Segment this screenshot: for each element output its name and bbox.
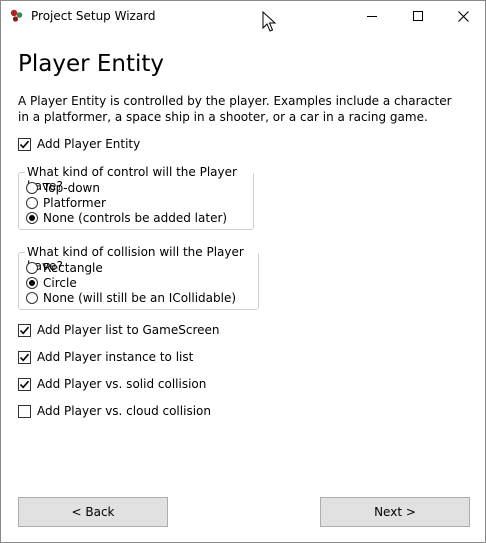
minimize-button[interactable] [349,1,395,31]
radio-button[interactable] [26,291,38,304]
next-button[interactable]: Next > [320,497,470,527]
add-cloud-collision-checkbox[interactable]: Add Player vs. cloud collision [18,403,211,419]
checkbox-box[interactable] [18,323,31,337]
checkbox-label: Add Player vs. cloud collision [37,404,211,418]
checkbox-label: Add Player vs. solid collision [37,377,207,391]
radio-button[interactable] [26,181,38,194]
maximize-icon [413,11,423,21]
radio-label: None (controls be added later) [43,210,228,225]
close-button[interactable] [440,1,486,31]
radio-label: None (will still be an ICollidable) [43,290,237,305]
back-button[interactable]: < Back [18,497,168,527]
checkbox-label: Add Player instance to list [37,350,194,364]
add-player-entity-checkbox[interactable]: Add Player Entity [18,136,140,152]
radio-platformer[interactable]: Platformer [26,195,106,210]
page-title: Player Entity [18,51,165,77]
radio-top-down[interactable]: Top-down [26,180,100,195]
checkbox-box[interactable] [18,137,31,151]
title-bar[interactable]: Project Setup Wizard [1,1,485,32]
radio-button[interactable] [26,196,38,209]
add-player-instance-checkbox[interactable]: Add Player instance to list [18,349,193,365]
wizard-window: Project Setup Wizard Player Entity A Pla… [0,0,486,543]
radio-label: Top-down [43,180,100,195]
radio-button-selected[interactable] [26,211,38,224]
page-description: A Player Entity is controlled by the pla… [18,94,452,124]
radio-label: Circle [43,275,77,290]
minimize-icon [367,11,377,21]
checkbox-box[interactable] [18,350,31,364]
checkmark-icon [19,326,30,334]
mouse-cursor-icon [262,10,277,33]
maximize-button[interactable] [395,1,441,31]
checkmark-icon [19,380,30,388]
checkbox-box[interactable] [18,404,31,418]
checkbox-label: Add Player Entity [37,137,141,151]
radio-no-controls[interactable]: None (controls be added later) [26,210,227,225]
app-icon [10,9,24,23]
close-icon [457,10,469,22]
checkmark-icon [19,353,30,361]
add-player-list-checkbox[interactable]: Add Player list to GameScreen [18,322,219,338]
add-solid-collision-checkbox[interactable]: Add Player vs. solid collision [18,376,206,392]
radio-label: Rectangle [43,260,103,275]
radio-rectangle[interactable]: Rectangle [26,260,103,275]
window-title: Project Setup Wizard [31,9,156,23]
checkmark-icon [19,140,30,148]
radio-label: Platformer [43,195,106,210]
checkbox-label: Add Player list to GameScreen [37,323,220,337]
radio-button-selected[interactable] [26,276,38,289]
radio-circle[interactable]: Circle [26,275,77,290]
radio-no-collision[interactable]: None (will still be an ICollidable) [26,290,236,305]
radio-button[interactable] [26,261,38,274]
checkbox-box[interactable] [18,377,31,391]
